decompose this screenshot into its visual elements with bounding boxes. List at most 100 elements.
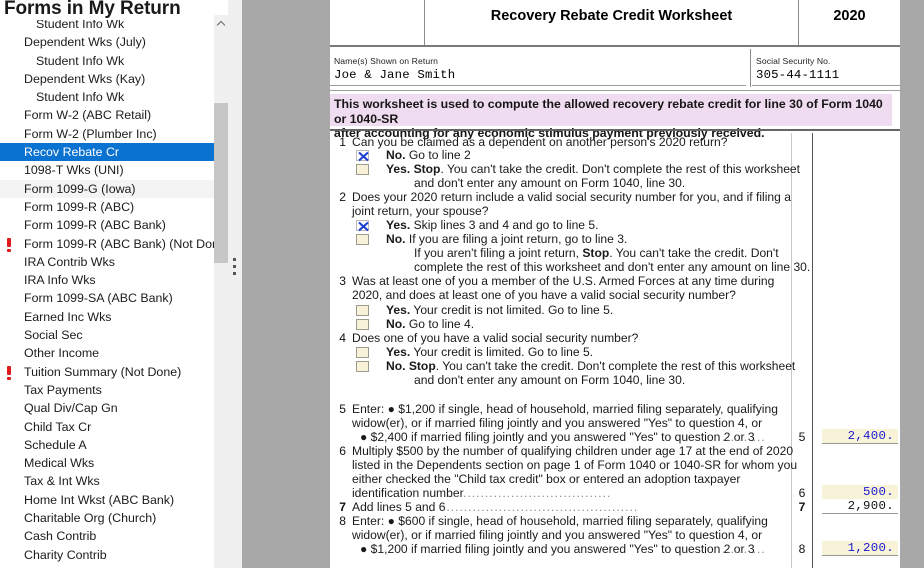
sidebar-item[interactable]: Tax Payments <box>0 381 214 399</box>
ssn-underline <box>752 85 900 86</box>
sidebar-item[interactable]: Charitable Org (Church) <box>0 509 214 527</box>
sidebar-item[interactable]: Medical Wks <box>0 454 214 472</box>
line-2-question-1: Does your 2020 return include a valid so… <box>352 190 791 204</box>
name-value[interactable]: Joe & Jane Smith <box>334 68 455 82</box>
sidebar-item[interactable]: Cash Contrib <box>0 527 214 545</box>
sidebar-item[interactable]: Form 1099-R (ABC Bank) (Not Done) <box>0 235 214 253</box>
amount-line-number-5: 5 <box>798 430 806 444</box>
sidebar-item-label: 1098-T Wks (UNI) <box>24 163 124 178</box>
amount-line-number-6: 6 <box>798 486 806 500</box>
sidebar-item[interactable]: IRA Info Wks <box>0 271 214 289</box>
sidebar-item[interactable]: Form 1099-R (ABC) <box>0 198 214 216</box>
sidebar-item-label: Form 1099-R (ABC Bank) (Not Done) <box>24 236 214 251</box>
line-3-no-text: No. Go to line 4. <box>386 317 475 331</box>
sidebar-item-label: IRA Info Wks <box>24 273 96 288</box>
sidebar-item[interactable]: Home Int Wkst (ABC Bank) <box>0 491 214 509</box>
amount-field-6[interactable]: 500. <box>822 485 898 500</box>
sidebar-item[interactable]: Form 1099-SA (ABC Bank) <box>0 289 214 307</box>
sidebar-item[interactable]: Dependent Wks (Kay) <box>0 70 214 88</box>
line-number-8: 8 <box>339 514 346 528</box>
sidebar-item[interactable]: Schedule B <box>0 564 214 568</box>
scroll-up-arrow-icon[interactable] <box>214 15 228 32</box>
sidebar-item[interactable]: Other Income <box>0 344 214 362</box>
banner-rule <box>330 129 900 131</box>
panel-splitter[interactable] <box>228 0 242 568</box>
sidebar-item[interactable]: Charity Contrib <box>0 546 214 564</box>
id-row-bottom-rule <box>330 90 900 91</box>
ssn-label: Social Security No. <box>756 56 831 66</box>
line-2-question-2: joint return, your spouse? <box>352 204 489 218</box>
line-1-no-text: No. Go to line 2 <box>386 148 471 162</box>
sidebar-item[interactable]: Tax & Int Wks <box>0 472 214 490</box>
sidebar-item[interactable]: Student Info Wk <box>0 52 214 70</box>
sidebar-item-label: Other Income <box>24 346 100 361</box>
banner-line-1: This worksheet is used to compute the al… <box>334 97 883 126</box>
line-2-no-checkbox[interactable] <box>356 234 369 245</box>
line-4-no-checkbox[interactable] <box>356 361 369 372</box>
sidebar-item-label: Form W-2 (Plumber Inc) <box>24 126 157 141</box>
sidebar-item[interactable]: Schedule A <box>0 436 214 454</box>
amount-line-number-7: 7 <box>798 500 806 514</box>
line-1-yes-checkbox[interactable] <box>356 164 369 175</box>
sidebar-item[interactable]: Social Sec <box>0 326 214 344</box>
line-6-leader-dots: ..................................... <box>450 486 612 500</box>
sidebar-item[interactable]: 1098-T Wks (UNI) <box>0 161 214 179</box>
sidebar-item-label: Tax & Int Wks <box>24 474 100 489</box>
sidebar-item-label: Form W-2 (ABC Retail) <box>24 108 152 123</box>
sidebar-item[interactable]: Dependent Wks (July) <box>0 33 214 51</box>
sidebar-item-label: Home Int Wkst (ABC Bank) <box>24 492 175 507</box>
line-2-yes-text: Yes. Skip lines 3 and 4 and go to line 5… <box>386 218 599 232</box>
sidebar-item-label: Qual Div/Cap Gn <box>24 401 118 416</box>
forms-list[interactable]: Student Info Wk Dependent Wks (July) Stude… <box>0 15 214 568</box>
sidebar-item[interactable]: Form W-2 (Plumber Inc) <box>0 125 214 143</box>
line-number-1: 1 <box>339 135 346 149</box>
sidebar-item-label: Dependent Wks (July) <box>24 35 146 50</box>
line-1-no-checkbox[interactable] <box>356 150 369 162</box>
sidebar-item[interactable]: Student Info Wk <box>0 88 214 106</box>
splitter-grip-icon[interactable] <box>233 258 236 275</box>
line-2-no-text: No. If you are filing a joint return, go… <box>386 232 628 246</box>
line-3-no-checkbox[interactable] <box>356 319 369 330</box>
line-number-3: 3 <box>339 274 346 288</box>
amount-line-number-8: 8 <box>798 542 806 556</box>
line-4-no-continued: and don't enter any amount on Form 1040,… <box>414 373 686 387</box>
sidebar-item-label: IRA Contrib Wks <box>24 254 115 269</box>
sidebar-item[interactable]: Recov Rebate Cr <box>0 143 214 162</box>
line-number-7: 7 <box>339 500 346 514</box>
sidebar-item-label: Student Info Wk <box>36 90 125 105</box>
line-7-leader-dots: ........................................… <box>442 500 639 514</box>
sidebar-item[interactable]: Tuition Summary (Not Done) <box>0 363 214 381</box>
amount-field-8[interactable]: 1,200. <box>822 541 898 556</box>
worksheet-title: Recovery Rebate Credit Worksheet <box>490 8 733 24</box>
sidebar-item[interactable]: Form 1099-R (ABC Bank) <box>0 216 214 234</box>
line-6-text-1: Multiply $500 by the number of qualifyin… <box>352 444 794 458</box>
amount-field-5[interactable]: 2,400. <box>822 429 898 444</box>
line-6-text-3: either checked the "Child tax credit" bo… <box>352 472 741 486</box>
line-3-yes-checkbox[interactable] <box>356 305 369 316</box>
line-7-text: Add lines 5 and 6 <box>352 500 446 514</box>
sidebar-item[interactable]: Form W-2 (ABC Retail) <box>0 106 214 124</box>
line-2-yes-checkbox[interactable] <box>356 220 369 232</box>
sidebar-item[interactable]: Child Tax Cr <box>0 418 214 436</box>
worksheet-page: Recovery Rebate Credit Worksheet 2020 Na… <box>330 0 900 568</box>
sidebar-item-label: Medical Wks <box>24 456 95 471</box>
sidebar-item[interactable]: Earned Inc Wks <box>0 308 214 326</box>
line-8-text-3: ● $1,200 if married filing jointly and y… <box>360 542 755 556</box>
line-5-leader-dots: .......... <box>722 430 766 444</box>
line-8-text-2: widow(er), or if married filing jointly … <box>352 528 763 542</box>
line-number-4: 4 <box>339 331 346 345</box>
ssn-value[interactable]: 305-44-1111 <box>756 68 839 82</box>
sidebar-scrollbar[interactable] <box>214 15 228 568</box>
sidebar-item-label: Recov Rebate Cr <box>24 145 120 160</box>
sidebar-item[interactable]: Qual Div/Cap Gn <box>0 399 214 417</box>
line-4-no-text: No. Stop. You can't take the credit. Don… <box>386 359 796 373</box>
line-6-text-2: listed in the Dependents section on page… <box>352 458 798 472</box>
id-row-divider <box>750 49 751 87</box>
sidebar-item-label: Student Info Wk <box>36 53 125 68</box>
amount-column-divider-light <box>791 133 792 568</box>
sidebar-item[interactable]: IRA Contrib Wks <box>0 253 214 271</box>
sidebar-item[interactable]: Form 1099-G (Iowa) <box>0 179 214 198</box>
worksheet-instruction-banner: This worksheet is used to compute the al… <box>330 94 892 140</box>
sidebar-scrollbar-thumb[interactable] <box>214 103 228 263</box>
line-4-yes-checkbox[interactable] <box>356 347 369 358</box>
